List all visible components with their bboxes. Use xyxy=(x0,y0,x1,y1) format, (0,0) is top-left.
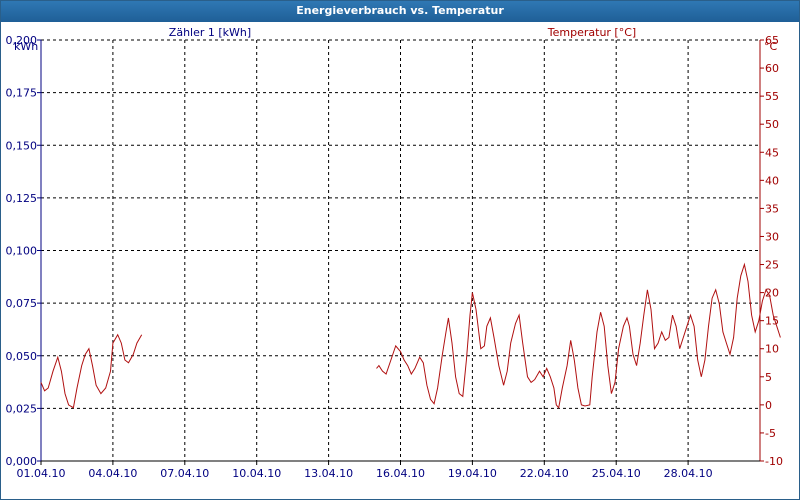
temperature-series-line xyxy=(40,333,143,409)
right-tick-label: -5 xyxy=(765,427,776,440)
x-tick-label: 07.04.10 xyxy=(160,467,209,480)
right-tick-label: 60 xyxy=(765,62,779,75)
right-tick-label: 10 xyxy=(765,343,779,356)
left-tick-labels: 0,0000,0250,0500,0750,1000,1250,1500,175… xyxy=(6,34,41,468)
x-tick-label: 13.04.10 xyxy=(304,467,353,480)
grid xyxy=(41,39,760,461)
right-tick-label: -10 xyxy=(765,455,783,468)
right-tick-label: 25 xyxy=(765,259,779,272)
right-tick-label: 40 xyxy=(765,174,779,187)
right-tick-label: 35 xyxy=(765,202,779,215)
temperature-lines xyxy=(40,262,781,409)
x-tick-label: 22.04.10 xyxy=(520,467,569,480)
x-tick-labels: 01.04.10 04.04.10 07.04.10 10.04.10 13.04.10… xyxy=(17,461,713,480)
left-tick-label: 0,175 xyxy=(6,87,38,100)
x-tick-label: 25.04.10 xyxy=(592,467,641,480)
right-tick-label: 5 xyxy=(765,371,772,384)
x-tick-label: 19.04.10 xyxy=(448,467,497,480)
right-tick-label: 50 xyxy=(765,118,779,131)
x-tick-label: 10.04.10 xyxy=(232,467,281,480)
chart-canvas: kWh °C Zähler 1 [kWh] Temperatur [°C] 0,… xyxy=(6,26,783,480)
right-tick-label: 65 xyxy=(765,34,779,47)
left-tick-label: 0,100 xyxy=(6,245,38,258)
right-tick-label: 55 xyxy=(765,90,779,103)
right-tick-labels: -10-505101520253035404550556065 xyxy=(760,34,783,468)
temperature-series-line xyxy=(376,262,781,409)
left-tick-label: 0,050 xyxy=(6,350,38,363)
right-tick-label: 30 xyxy=(765,230,779,243)
x-tick-label: 04.04.10 xyxy=(88,467,137,480)
left-tick-label: 0,200 xyxy=(6,34,38,47)
x-tick-label: 16.04.10 xyxy=(376,467,425,480)
right-tick-label: 0 xyxy=(765,399,772,412)
x-tick-label: 28.04.10 xyxy=(664,467,713,480)
right-tick-label: 20 xyxy=(765,287,779,300)
left-tick-label: 0,075 xyxy=(6,297,38,310)
left-tick-label: 0,150 xyxy=(6,139,38,152)
right-tick-label: 45 xyxy=(765,146,779,159)
left-series-label: Zähler 1 [kWh] xyxy=(169,26,251,39)
x-tick-label: 01.04.10 xyxy=(17,467,66,480)
left-tick-label: 0,025 xyxy=(6,402,38,415)
right-series-label: Temperatur [°C] xyxy=(547,26,636,39)
left-tick-label: 0,125 xyxy=(6,192,38,205)
